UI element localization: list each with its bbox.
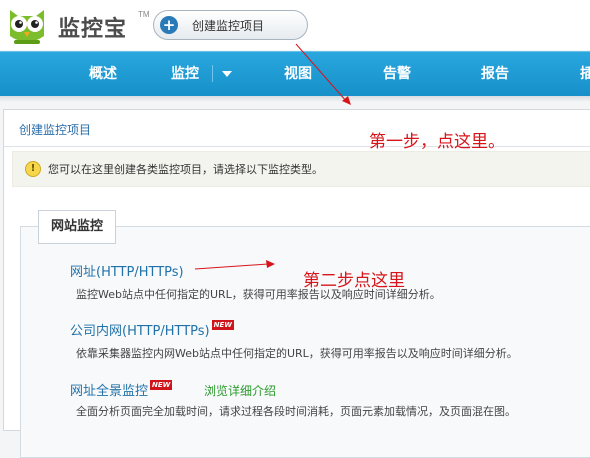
group-tab-website: 网站监控: [38, 210, 117, 244]
nav-alerts[interactable]: 告警: [383, 52, 411, 96]
nav-reports[interactable]: 报告: [481, 52, 509, 96]
owl-logo-icon[interactable]: [6, 6, 48, 46]
plus-icon: +: [160, 16, 178, 34]
url-monitor-title[interactable]: 网址(HTTP/HTTPs): [70, 265, 184, 280]
new-badge: NEW: [211, 320, 234, 330]
nav-views[interactable]: 视图: [284, 52, 312, 96]
create-monitor-label: 创建监控项目: [192, 18, 265, 33]
intranet-monitor-desc: 依靠采集器监控内网Web站点中任何指定的URL，获得可用率报告以及响应时间详细分…: [76, 347, 518, 360]
intranet-monitor-title[interactable]: 公司内网(HTTP/HTTPs): [70, 324, 210, 339]
nav-separator: [212, 65, 213, 82]
url-monitor-link[interactable]: 网址(HTTP/HTTPs): [70, 261, 184, 280]
new-badge: NEW: [150, 380, 173, 390]
intranet-monitor-link[interactable]: 公司内网(HTTP/HTTPs) NEW: [70, 320, 234, 339]
nav-plugins[interactable]: 插: [580, 52, 590, 96]
main-nav: 概述 监控 视图 告警 报告 插: [0, 51, 590, 96]
annotation-step-two: 第二步点这里: [303, 271, 405, 291]
annotation-step-one: 第一步，点这里。: [369, 132, 505, 152]
nav-overview[interactable]: 概述: [89, 52, 117, 96]
brand-name[interactable]: 监控宝: [58, 11, 127, 43]
create-monitor-panel: 创建监控项目 ! 您可以在这里创建各类监控项目，请选择以下监控类型。 网站监控 …: [3, 109, 590, 458]
website-monitor-group: 网站监控 网址(HTTP/HTTPs) 监控Web站点中任何指定的URL，获得可…: [20, 210, 590, 458]
fullview-monitor-title[interactable]: 网址全景监控: [70, 384, 148, 399]
top-bar: 监控宝 TM + 创建监控项目: [0, 0, 590, 50]
chevron-down-icon[interactable]: [222, 71, 232, 77]
nav-shadow: [0, 96, 590, 102]
fullview-monitor-link[interactable]: 网址全景监控 NEW: [70, 380, 173, 399]
view-details-link[interactable]: 浏览详细介绍: [204, 382, 276, 399]
fullview-monitor-desc: 全面分析页面完全加载时间，请求过程各段时间消耗，页面元素加载情况，及页面混在图。: [76, 405, 516, 418]
lightbulb-icon: !: [25, 161, 41, 177]
panel-title: 创建监控项目: [19, 123, 92, 137]
tip-box: ! 您可以在这里创建各类监控项目，请选择以下监控类型。: [12, 151, 590, 187]
trademark-mark: TM: [138, 10, 150, 19]
nav-monitor[interactable]: 监控: [171, 52, 199, 96]
create-monitor-button[interactable]: + 创建监控项目: [153, 10, 308, 40]
tip-text: 您可以在这里创建各类监控项目，请选择以下监控类型。: [48, 163, 323, 176]
